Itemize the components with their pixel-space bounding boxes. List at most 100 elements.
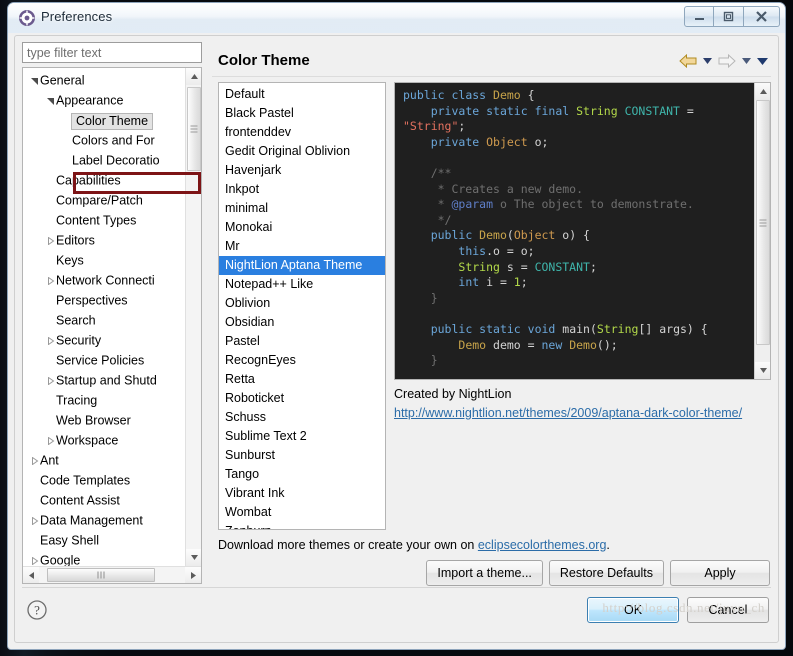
tree-collapsed-twisty-icon[interactable]: [29, 451, 40, 471]
theme-list-item[interactable]: Zenburn: [219, 522, 385, 529]
theme-list-item[interactable]: Pastel: [219, 332, 385, 351]
maximize-button[interactable]: [714, 6, 744, 27]
ok-button[interactable]: OK: [587, 597, 679, 623]
scroll-right-icon[interactable]: [185, 567, 201, 583]
tree-expanded-twisty-icon[interactable]: [45, 91, 56, 111]
tree-collapsed-twisty-icon[interactable]: [45, 271, 56, 291]
sidebar-item-label: Capabilities: [56, 173, 121, 188]
tree-collapsed-twisty-icon[interactable]: [29, 551, 40, 566]
tree-collapsed-twisty-icon[interactable]: [45, 331, 56, 351]
theme-url-link[interactable]: http://www.nightlion.net/themes/2009/apt…: [394, 406, 742, 420]
code-token: Object: [513, 228, 556, 243]
theme-list-item[interactable]: Sunburst: [219, 446, 385, 465]
help-icon[interactable]: ?: [26, 599, 48, 621]
theme-list-item[interactable]: Sublime Text 2: [219, 427, 385, 446]
sidebar-item-ant[interactable]: Ant: [23, 450, 185, 470]
sidebar-item-colors-and-for[interactable]: Colors and For: [23, 130, 185, 150]
scroll-up-icon[interactable]: [186, 68, 201, 85]
sidebar-item-service-policies[interactable]: Service Policies: [23, 350, 185, 370]
theme-list-item[interactable]: Mr: [219, 237, 385, 256]
sidebar-item-network-connecti[interactable]: Network Connecti: [23, 270, 185, 290]
theme-list-item[interactable]: NightLion Aptana Theme: [219, 256, 385, 275]
eclipsecolorthemes-link[interactable]: eclipsecolorthemes.org: [478, 538, 607, 552]
scroll-down-icon[interactable]: [186, 549, 201, 566]
sidebar-item-security[interactable]: Security: [23, 330, 185, 350]
sidebar-item-startup-and-shutd[interactable]: Startup and Shutd: [23, 370, 185, 390]
minimize-button[interactable]: [684, 6, 714, 27]
sidebar-item-label: Label Decoratio: [72, 153, 160, 168]
preview-vertical-scrollbar[interactable]: [754, 83, 770, 379]
tree-collapsed-twisty-icon[interactable]: [45, 371, 56, 391]
theme-list-item[interactable]: Retta: [219, 370, 385, 389]
theme-list-item[interactable]: Oblivion: [219, 294, 385, 313]
sidebar-item-search[interactable]: Search: [23, 310, 185, 330]
theme-list-item[interactable]: Tango: [219, 465, 385, 484]
tree-horizontal-scrollbar[interactable]: [23, 566, 201, 583]
forward-history-chevron-down-icon[interactable]: [740, 52, 753, 70]
sidebar-item-easy-shell[interactable]: Easy Shell: [23, 530, 185, 550]
preview-scroll-thumb[interactable]: [756, 100, 770, 345]
sidebar-item-web-browser[interactable]: Web Browser: [23, 410, 185, 430]
tree-collapsed-twisty-icon[interactable]: [29, 511, 40, 531]
tree-hscroll-thumb[interactable]: [47, 568, 155, 582]
theme-list-item[interactable]: Gedit Original Oblivion: [219, 142, 385, 161]
sidebar-item-content-types[interactable]: Content Types: [23, 210, 185, 230]
theme-list[interactable]: Default Black Pastel frontenddev Gedit Orig…: [218, 82, 386, 530]
sidebar-item-content-assist[interactable]: Content Assist: [23, 490, 185, 510]
tree-collapsed-twisty-icon[interactable]: [45, 431, 56, 451]
scroll-up-icon[interactable]: [755, 83, 770, 100]
sidebar-item-code-templates[interactable]: Code Templates: [23, 470, 185, 490]
theme-list-item[interactable]: minimal: [219, 199, 385, 218]
theme-list-item[interactable]: Wombat: [219, 503, 385, 522]
sidebar-item-keys[interactable]: Keys: [23, 250, 185, 270]
sidebar-item-label-decoratio[interactable]: Label Decoratio: [23, 150, 185, 170]
theme-list-item[interactable]: RecognEyes: [219, 351, 385, 370]
tree-vertical-scrollbar[interactable]: [185, 68, 201, 566]
preferences-tree-viewport[interactable]: General Appearance Color Theme Colors and F…: [23, 68, 185, 566]
close-button[interactable]: [744, 6, 780, 27]
sidebar-item-appearance[interactable]: Appearance: [23, 90, 185, 110]
theme-list-item[interactable]: Default: [219, 85, 385, 104]
code-token: String: [576, 103, 625, 118]
theme-list-item[interactable]: frontenddev: [219, 123, 385, 142]
theme-list-item[interactable]: Schuss: [219, 408, 385, 427]
scroll-down-icon[interactable]: [755, 362, 770, 379]
sidebar-item-editors[interactable]: Editors: [23, 230, 185, 250]
tree-scroll-thumb[interactable]: [187, 87, 201, 171]
back-history-chevron-down-icon[interactable]: [701, 52, 714, 70]
sidebar-item-capabilities[interactable]: Capabilities: [23, 170, 185, 190]
theme-list-item[interactable]: Havenjark: [219, 161, 385, 180]
sidebar-item-data-management[interactable]: Data Management: [23, 510, 185, 530]
sidebar-item-perspectives[interactable]: Perspectives: [23, 290, 185, 310]
theme-list-item[interactable]: Vibrant Ink: [219, 484, 385, 503]
theme-list-item[interactable]: Black Pastel: [219, 104, 385, 123]
import-theme-button[interactable]: Import a theme...: [426, 560, 543, 586]
code-line: }: [403, 291, 753, 307]
scroll-left-icon[interactable]: [23, 567, 39, 583]
theme-list-item[interactable]: Monokai: [219, 218, 385, 237]
back-arrow-icon[interactable]: [678, 52, 698, 70]
restore-defaults-button[interactable]: Restore Defaults: [548, 560, 664, 586]
sidebar-item-compare-patch[interactable]: Compare/Patch: [23, 190, 185, 210]
dialog-client-area: General Appearance Color Theme Colors and F…: [8, 33, 785, 649]
sidebar-item-workspace[interactable]: Workspace: [23, 430, 185, 450]
tree-collapsed-twisty-icon[interactable]: [45, 231, 56, 251]
forward-arrow-icon[interactable]: [717, 52, 737, 70]
sidebar-item-tracing[interactable]: Tracing: [23, 390, 185, 410]
theme-list-item[interactable]: Obsidian: [219, 313, 385, 332]
sidebar-item-general[interactable]: General: [23, 70, 185, 90]
pane-sash[interactable]: [206, 42, 211, 584]
sidebar-item-label: Keys: [56, 253, 84, 268]
filter-input[interactable]: [22, 42, 202, 63]
theme-list-item[interactable]: Roboticket: [219, 389, 385, 408]
apply-button[interactable]: Apply: [670, 560, 770, 586]
code-token: s =: [506, 259, 535, 274]
cancel-button[interactable]: Cancel: [687, 597, 769, 623]
theme-list-item[interactable]: Notepad++ Like: [219, 275, 385, 294]
sidebar-item-google[interactable]: Google: [23, 550, 185, 566]
view-menu-chevron-down-icon[interactable]: [756, 52, 769, 70]
theme-list-item[interactable]: Inkpot: [219, 180, 385, 199]
tree-expanded-twisty-icon[interactable]: [29, 71, 40, 91]
sidebar-item-color-theme[interactable]: Color Theme: [23, 110, 185, 130]
code-line: public static void main(String[] args) {: [403, 322, 753, 338]
